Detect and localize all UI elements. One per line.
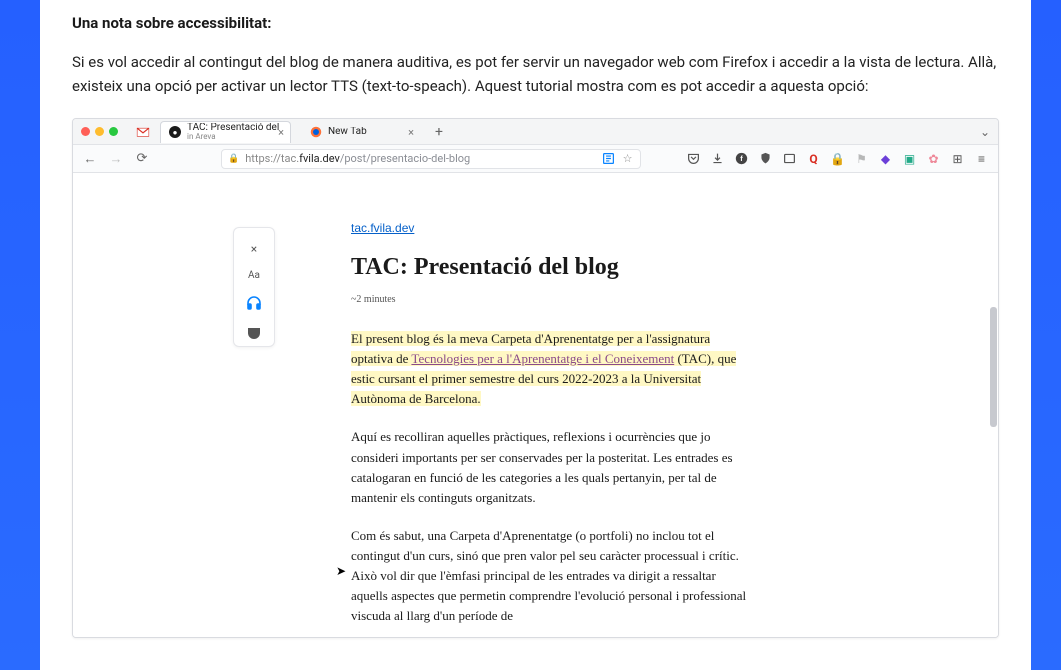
download-icon[interactable] — [711, 152, 724, 165]
tabs-dropdown-icon[interactable]: ⌄ — [980, 125, 990, 139]
browser-screenshot: ● TAC: Presentació del blog in Areva × N… — [72, 118, 999, 638]
gear-ext-icon[interactable]: ✿ — [927, 152, 940, 165]
minimize-window-icon[interactable] — [95, 127, 104, 136]
accessibility-body: Si es vol accedir al contingut del blog … — [72, 50, 999, 98]
window-controls[interactable] — [81, 127, 118, 136]
article-inline-link[interactable]: Tecnologies per a l'Aprenentatge i el Co… — [411, 351, 674, 366]
extensions-icon[interactable]: ⊞ — [951, 152, 964, 165]
tab-title: TAC: Presentació del blog in Areva — [187, 123, 282, 141]
close-window-icon[interactable] — [81, 127, 90, 136]
url-bar-row: ← → ⟳ 🔒 https://tac.fvila.dev/post/prese… — [73, 145, 998, 173]
window-ext-icon[interactable]: ▣ — [903, 152, 916, 165]
accessibility-heading: Una nota sobre accessibilitat: — [72, 14, 999, 32]
font-controls-icon[interactable]: Aa — [246, 270, 262, 281]
reader-mode-icon[interactable] — [602, 152, 615, 165]
article-title: TAC: Presentació del blog — [351, 253, 751, 282]
page-viewport: × Aa tac.fvila.dev TAC: Presentació del … — [73, 173, 998, 637]
lock-ext-icon[interactable]: 🔒 — [831, 152, 844, 165]
browser-tab-inactive[interactable]: New Tab × — [301, 121, 421, 143]
close-reader-icon[interactable]: × — [246, 242, 262, 256]
diamond-ext-icon[interactable]: ◆ — [879, 152, 892, 165]
hamburger-menu-icon[interactable]: ≡ — [975, 152, 988, 165]
tab-close-icon[interactable]: × — [278, 126, 284, 139]
browser-tab-active[interactable]: ● TAC: Presentació del blog in Areva × — [160, 121, 291, 143]
headphones-icon[interactable] — [246, 295, 262, 311]
url-text: https://tac.fvila.dev/post/presentacio-d… — [245, 152, 470, 165]
lock-icon: 🔒 — [228, 154, 239, 164]
article-paragraph-3: Com és sabut, una Carpeta d'Aprenentatge… — [351, 526, 751, 627]
site-link[interactable]: tac.fvila.dev — [351, 221, 414, 235]
reader-article: tac.fvila.dev TAC: Presentació del blog … — [351, 221, 751, 637]
save-pocket-icon[interactable] — [246, 325, 262, 341]
new-tab-button[interactable]: + — [431, 124, 447, 140]
firefox-icon — [310, 126, 322, 138]
article-paragraph-2: Aquí es recolliran aquelles pràctiques, … — [351, 427, 751, 508]
shield-icon[interactable] — [759, 152, 772, 165]
tab-favicon-icon: ● — [169, 126, 181, 138]
tab-title: New Tab — [328, 127, 367, 137]
reading-time: ~2 minutes — [351, 294, 751, 305]
document-card: Una nota sobre accessibilitat: Si es vol… — [40, 0, 1031, 670]
search-icon[interactable]: Q — [807, 152, 820, 165]
pocket-icon[interactable] — [687, 152, 700, 165]
reload-button[interactable]: ⟳ — [135, 151, 149, 166]
bookmark-star-icon[interactable]: ☆ — [621, 152, 634, 165]
tab-close-icon[interactable]: × — [408, 126, 414, 139]
article-paragraph-1: El present blog és la meva Carpeta d'Apr… — [351, 329, 751, 410]
tab-strip: ● TAC: Presentació del blog in Areva × N… — [73, 119, 998, 145]
forward-button[interactable]: → — [109, 151, 123, 167]
scrollbar-thumb[interactable] — [990, 307, 997, 427]
back-button[interactable]: ← — [83, 151, 97, 167]
facebook-icon[interactable]: f — [735, 152, 748, 165]
mouse-cursor-icon: ➤ — [336, 564, 346, 578]
maximize-window-icon[interactable] — [109, 127, 118, 136]
toolbar-icons: f Q 🔒 ⚑ ◆ ▣ ✿ ⊞ ≡ — [687, 152, 988, 165]
gmail-icon[interactable] — [136, 127, 150, 137]
flag-ext-icon[interactable]: ⚑ — [855, 152, 868, 165]
reader-controls-rail: × Aa — [233, 227, 275, 347]
container-icon[interactable] — [783, 152, 796, 165]
address-bar[interactable]: 🔒 https://tac.fvila.dev/post/presentacio… — [221, 149, 641, 169]
